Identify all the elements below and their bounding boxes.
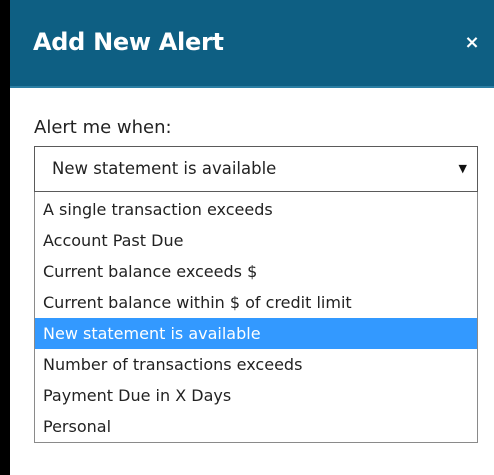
- close-button[interactable]: ×: [460, 30, 484, 56]
- option-balance-within-limit[interactable]: Current balance within $ of credit limit: [35, 287, 477, 318]
- alert-condition-select[interactable]: New statement is available ▼: [34, 146, 478, 192]
- option-new-statement[interactable]: New statement is available: [35, 318, 477, 349]
- option-payment-due[interactable]: Payment Due in X Days: [35, 380, 477, 411]
- option-account-past-due[interactable]: Account Past Due: [35, 225, 477, 256]
- select-current-value: New statement is available: [52, 159, 277, 178]
- option-single-transaction[interactable]: A single transaction exceeds: [35, 194, 477, 225]
- option-balance-exceeds[interactable]: Current balance exceeds $: [35, 256, 477, 287]
- dialog-header: Add New Alert ×: [10, 0, 494, 88]
- option-transactions-count[interactable]: Number of transactions exceeds: [35, 349, 477, 380]
- add-alert-dialog: Add New Alert × Alert me when: New state…: [10, 0, 494, 475]
- dialog-title: Add New Alert: [33, 28, 224, 56]
- option-personal[interactable]: Personal: [35, 411, 477, 442]
- alert-condition-label: Alert me when:: [34, 117, 172, 138]
- alert-condition-options: A single transaction exceeds Account Pas…: [34, 192, 478, 443]
- chevron-down-icon: ▼: [458, 162, 467, 175]
